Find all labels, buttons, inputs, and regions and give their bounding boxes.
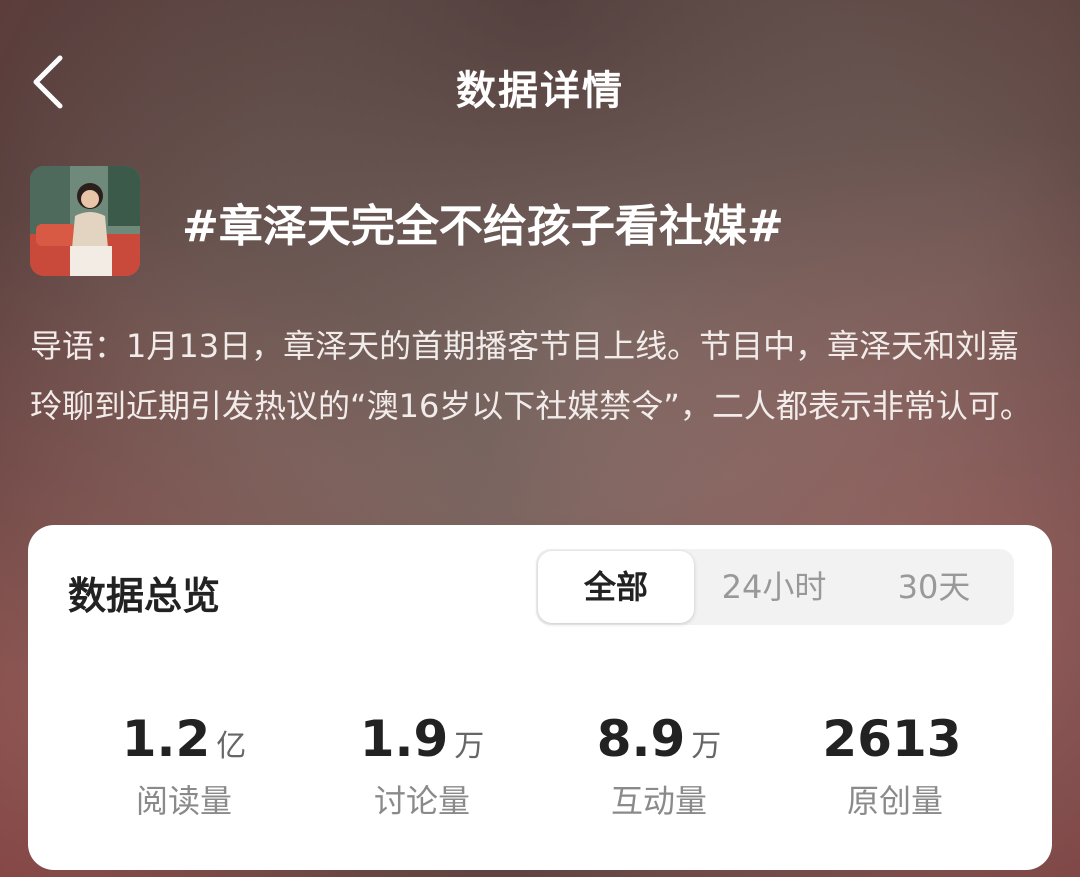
stat-label: 互动量 xyxy=(610,782,707,820)
stat-unit: 亿 xyxy=(216,729,247,764)
stat-interactions: 8.9 万 互动量 xyxy=(539,710,779,822)
stat-discussions: 1.9 万 讨论量 xyxy=(302,710,542,822)
page-title: 数据详情 xyxy=(456,68,624,114)
topic-title: #章泽天完全不给孩子看社媒# xyxy=(182,201,784,252)
stat-value: 2613 xyxy=(822,710,962,768)
stat-value: 1.9 xyxy=(359,710,449,768)
stat-value: 1.2 xyxy=(121,710,211,768)
data-overview-card: 数据总览 全部 24小时 30天 1.2 亿 阅读量 1.9 万 讨论量 8.9 万 … xyxy=(28,525,1052,870)
topic-avatar xyxy=(30,166,140,276)
overview-title: 数据总览 xyxy=(68,574,221,618)
stat-label: 阅读量 xyxy=(135,782,232,820)
topic-intro: 导语：1月13日，章泽天的首期播客节目上线。节目中，章泽天和刘嘉玲聊到近期引发热… xyxy=(30,327,1032,425)
stat-value: 8.9 xyxy=(596,710,686,768)
stat-label: 讨论量 xyxy=(373,782,470,820)
stats-row: 1.2 亿 阅读量 1.9 万 讨论量 8.9 万 互动量 2613 原创量 xyxy=(28,710,1052,820)
stat-unit: 万 xyxy=(454,729,485,764)
stat-label: 原创量 xyxy=(846,782,943,820)
stat-originals: 2613 原创量 xyxy=(775,710,1015,822)
tab-all[interactable]: 全部 xyxy=(538,551,694,623)
tab-30d[interactable]: 30天 xyxy=(854,549,1014,625)
tab-24h[interactable]: 24小时 xyxy=(694,549,854,625)
time-range-selector: 全部 24小时 30天 xyxy=(536,549,1014,625)
stat-reads: 1.2 亿 阅读量 xyxy=(64,710,304,822)
stat-unit: 万 xyxy=(691,729,722,764)
